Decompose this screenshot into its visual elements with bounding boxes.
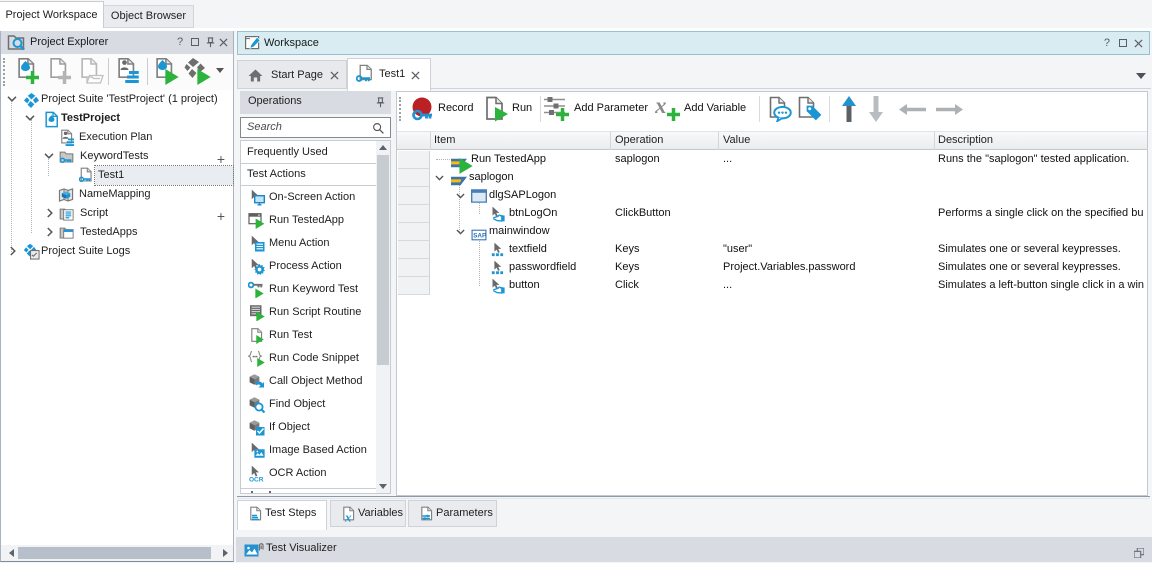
svg-text:x: x xyxy=(655,96,667,118)
svg-text:x: x xyxy=(344,510,352,523)
svg-text:SAP: SAP xyxy=(473,233,487,240)
svg-text:OCR: OCR xyxy=(249,477,264,483)
